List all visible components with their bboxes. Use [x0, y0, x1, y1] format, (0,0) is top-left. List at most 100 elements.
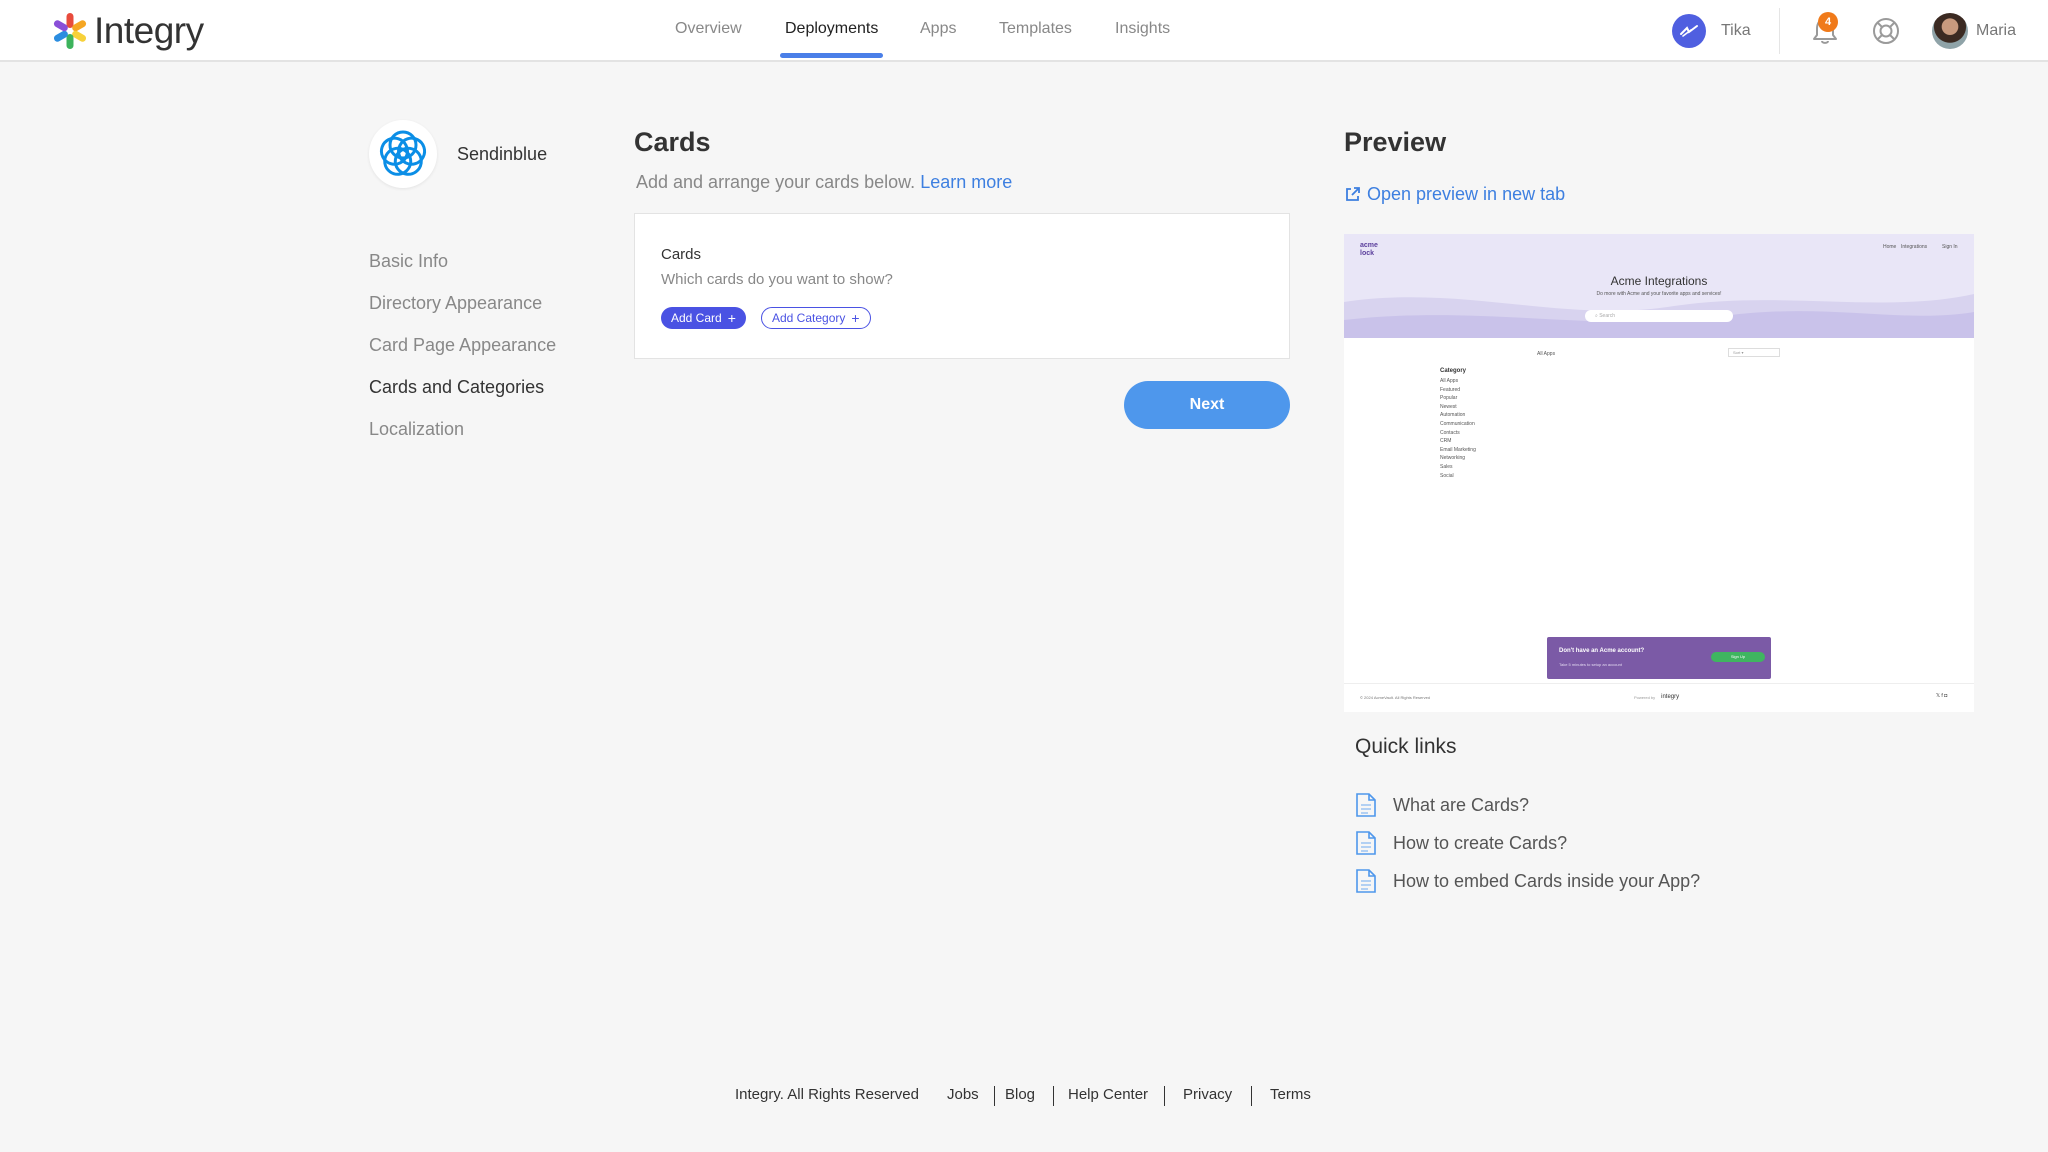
- open-preview-link[interactable]: Open preview in new tab: [1344, 184, 1565, 205]
- sendinblue-logo-icon: [379, 130, 427, 176]
- logo-text: Integry: [94, 10, 204, 51]
- notification-badge: 4: [1818, 12, 1838, 32]
- preview-hero-title: Acme Integrations: [1610, 274, 1708, 288]
- preview-category-item: Email Marketing: [1440, 446, 1476, 453]
- footer-separator: [1164, 1086, 1165, 1106]
- preview-logo-top: acme: [1360, 242, 1378, 249]
- nav-apps[interactable]: Apps: [920, 20, 956, 38]
- preview-category-item: Featured: [1440, 386, 1461, 393]
- quick-link-label: How to create Cards?: [1393, 832, 1568, 853]
- preview-category-item: All Apps: [1440, 378, 1459, 384]
- preview-title: Preview: [1344, 127, 1447, 157]
- preview-sort-value: Sort: [1733, 350, 1741, 355]
- document-icon: [1356, 793, 1376, 817]
- preview-powered-by: Powered by integry: [1634, 694, 1679, 700]
- preview-menu-home: Home: [1883, 244, 1897, 250]
- nav-templates[interactable]: Templates: [999, 20, 1072, 38]
- footer-copyright: Integry. All Rights Reserved: [735, 1086, 919, 1103]
- preview-category-item: Networking: [1440, 455, 1466, 462]
- page-title: Cards: [634, 127, 711, 157]
- preview-category-list: All Apps Featured Popular Newest Automat…: [1440, 377, 1476, 480]
- preview-category-item: Social: [1440, 472, 1454, 479]
- user-name: Maria: [1976, 22, 2017, 39]
- preview-cta-title: Don't have an Acme account?: [1559, 648, 1645, 654]
- preview-hero-tagline: Do more with Acme and your favorite apps…: [1596, 291, 1722, 297]
- preview-category-item: Communication: [1440, 420, 1475, 427]
- preview-category-item: Popular: [1440, 395, 1458, 402]
- quick-link-label: How to embed Cards inside your App?: [1393, 870, 1701, 891]
- external-link-icon: [1346, 187, 1360, 201]
- add-card-button[interactable]: Add Card +: [661, 307, 746, 329]
- page-subtitle-text: Add and arrange your cards below.: [636, 172, 916, 192]
- quick-links-list: What are Cards? How to create Cards? How…: [1355, 786, 1700, 900]
- footer-link-blog[interactable]: Blog: [1005, 1086, 1035, 1103]
- open-preview-label: Open preview in new tab: [1367, 184, 1566, 204]
- cards-panel-title: Cards: [661, 246, 702, 263]
- page-subtitle: Add and arrange your cards below. Learn …: [636, 172, 1012, 193]
- integry-logo[interactable]: Integry: [50, 10, 204, 52]
- footer-link-help-center[interactable]: Help Center: [1068, 1086, 1148, 1103]
- footer-link-terms[interactable]: Terms: [1270, 1086, 1311, 1103]
- quick-link-label: What are Cards?: [1393, 794, 1530, 815]
- settings-sidebar: Basic Info Directory Appearance Card Pag…: [369, 248, 556, 458]
- preview-logo-bottom: lock: [1360, 250, 1375, 257]
- account-avatar: [1672, 14, 1706, 48]
- preview-menu-integrations: Integrations: [1901, 244, 1928, 250]
- user-menu[interactable]: Maria: [1932, 13, 2016, 49]
- add-category-button[interactable]: Add Category +: [761, 307, 871, 329]
- quick-links-title: Quick links: [1355, 735, 1457, 758]
- preview-cta-button: Sign Up: [1711, 652, 1765, 662]
- preview-copyright: © 2024 AcmeVault. All Rights Reserved: [1360, 695, 1431, 700]
- document-icon: [1356, 869, 1376, 893]
- preview-all-apps-label: All Apps: [1537, 351, 1556, 357]
- plus-icon: +: [727, 310, 736, 326]
- nav-deployments[interactable]: Deployments: [785, 20, 878, 38]
- footer-separator: [1251, 1086, 1252, 1106]
- cards-panel-subtitle: Which cards do you want to show?: [661, 271, 893, 288]
- preview-hero: acme lock Home Integrations Sign In Acme…: [1344, 234, 1974, 338]
- preview-powered-brand: integry: [1661, 694, 1680, 700]
- quick-link-create-cards[interactable]: How to create Cards?: [1355, 824, 1700, 862]
- next-button[interactable]: Next: [1124, 381, 1290, 429]
- account-name: Tika: [1721, 22, 1751, 39]
- account-logo-icon: [1680, 25, 1698, 37]
- sidebar-item-cards-and-categories[interactable]: Cards and Categories: [369, 374, 556, 416]
- footer-link-jobs[interactable]: Jobs: [947, 1086, 979, 1103]
- active-nav-indicator: [780, 53, 883, 58]
- brand-name: Sendinblue: [457, 143, 548, 164]
- preview-signup-banner: Don't have an Acme account? Take 5 minut…: [1547, 637, 1771, 679]
- preview-social-icons: 𝕏 f ◘: [1936, 693, 1948, 699]
- sidebar-item-directory-appearance[interactable]: Directory Appearance: [369, 290, 556, 332]
- sidebar-item-card-page-appearance[interactable]: Card Page Appearance: [369, 332, 556, 374]
- header-divider: [1779, 8, 1780, 54]
- quick-link-what-are-cards[interactable]: What are Cards?: [1355, 786, 1700, 824]
- learn-more-link[interactable]: Learn more: [920, 172, 1012, 192]
- help-lifebuoy-icon[interactable]: [1871, 16, 1901, 46]
- preview-search-placeholder: Search: [1599, 313, 1616, 319]
- preview-category-item: CRM: [1440, 438, 1452, 445]
- preview-search-input: ⌕ Search: [1585, 310, 1733, 322]
- preview-category-item: Contacts: [1440, 429, 1460, 436]
- preview-footer-divider: [1344, 683, 1974, 684]
- quick-link-embed-cards[interactable]: How to embed Cards inside your App?: [1355, 862, 1700, 900]
- footer-separator: [1053, 1086, 1054, 1106]
- nav-overview[interactable]: Overview: [675, 20, 742, 38]
- add-card-label: Add Card: [671, 311, 722, 325]
- footer-separator: [994, 1086, 995, 1106]
- preview-category-item: Automation: [1440, 412, 1466, 419]
- preview-powered-label: Powered by: [1634, 694, 1656, 700]
- preview-sort-select: Sort ▾: [1728, 348, 1780, 357]
- plus-icon: +: [851, 310, 860, 326]
- integry-flower-icon: [53, 13, 87, 49]
- preview-category-item: Sales: [1440, 463, 1453, 470]
- account-switcher[interactable]: Tika: [1672, 14, 1751, 48]
- brand-header: Sendinblue: [369, 120, 547, 188]
- preview-acme-logo: acme lock: [1360, 242, 1378, 258]
- cards-panel: Cards Which cards do you want to show? A…: [634, 213, 1290, 359]
- sidebar-item-localization[interactable]: Localization: [369, 416, 556, 458]
- sidebar-item-basic-info[interactable]: Basic Info: [369, 248, 556, 290]
- directory-preview: acme lock Home Integrations Sign In Acme…: [1344, 234, 1974, 712]
- document-icon: [1356, 831, 1376, 855]
- footer-link-privacy[interactable]: Privacy: [1183, 1086, 1232, 1103]
- nav-insights[interactable]: Insights: [1115, 20, 1170, 38]
